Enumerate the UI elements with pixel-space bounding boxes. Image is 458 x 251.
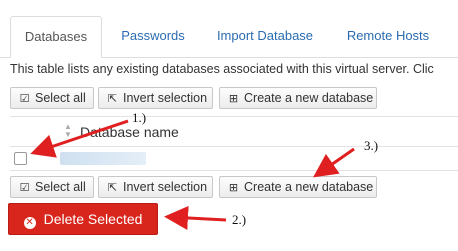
- annotation-arrows: [30, 119, 355, 230]
- arrow-step3: [313, 147, 355, 178]
- annotation-step3: 3.): [364, 138, 379, 153]
- arrow-step2: [164, 205, 227, 230]
- arrow-step1: [30, 119, 129, 158]
- annotation-step1: 1.): [132, 110, 147, 125]
- annotation-step2: 2.): [232, 212, 247, 227]
